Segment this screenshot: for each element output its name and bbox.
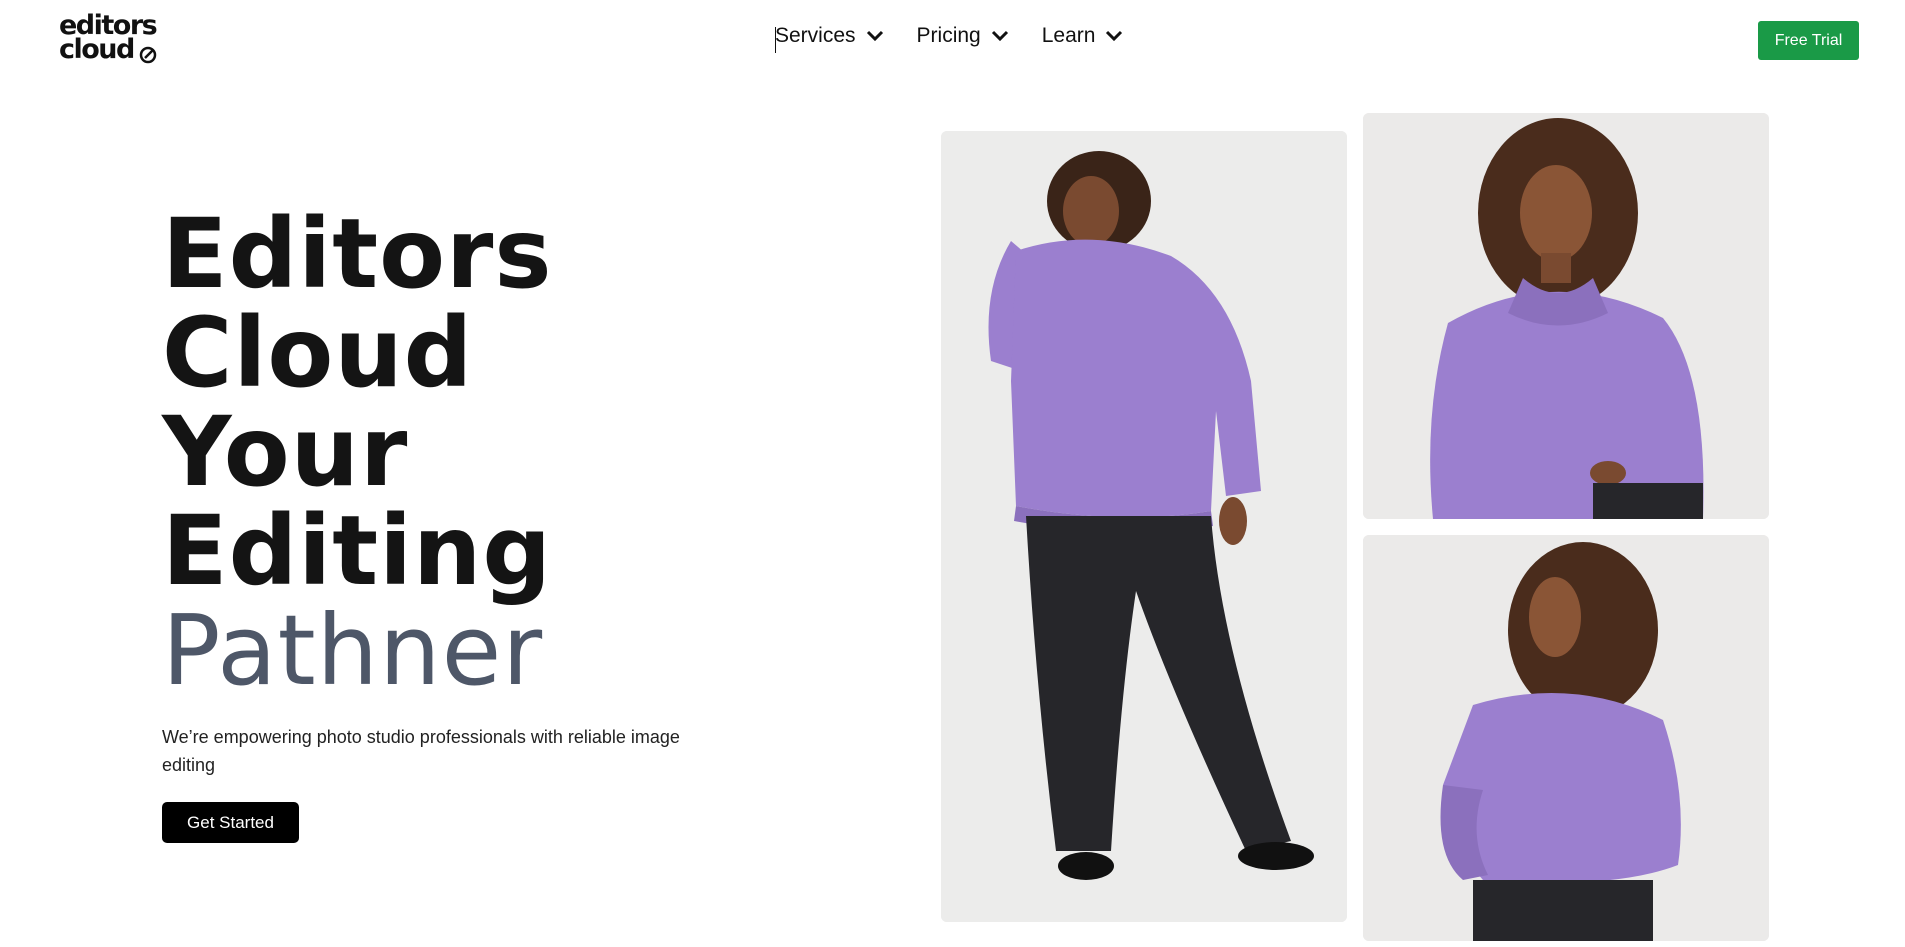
- free-trial-button[interactable]: Free Trial: [1758, 21, 1859, 60]
- model-front-portrait-photo: [1363, 113, 1769, 519]
- hero-line-1: Editors: [162, 198, 553, 310]
- logo-pen-icon: [139, 46, 157, 64]
- nav-label-services: Services: [775, 24, 856, 47]
- hero-accent-word: Pathner: [162, 594, 544, 707]
- chevron-down-icon: [991, 30, 1008, 42]
- model-full-body-illustration: [941, 131, 1347, 922]
- nav-item-pricing[interactable]: Pricing: [917, 24, 1009, 48]
- hero-heading: Editors Cloud Your Editing Pathner: [162, 198, 553, 707]
- editors-cloud-logo[interactable]: editors cloud: [59, 12, 159, 68]
- model-full-body-photo: [941, 131, 1347, 922]
- chevron-down-icon: [866, 30, 883, 42]
- get-started-button[interactable]: Get Started: [162, 802, 299, 843]
- hero-line-3: Your: [162, 396, 409, 508]
- chevron-down-icon: [1106, 30, 1123, 42]
- model-back-view-illustration: [1363, 535, 1769, 941]
- model-front-portrait-illustration: [1363, 113, 1769, 519]
- model-back-view-photo: [1363, 535, 1769, 941]
- main-nav: Services Pricing Learn: [775, 24, 1123, 48]
- nav-label-pricing: Pricing: [916, 24, 981, 47]
- hero-subtitle: We’re empowering photo studio profession…: [162, 727, 680, 775]
- hero-line-2: Cloud: [162, 297, 474, 409]
- nav-item-learn[interactable]: Learn: [1042, 24, 1124, 48]
- nav-item-services[interactable]: Services: [775, 24, 884, 48]
- site-header: editors cloud Services Pricing Learn Fre…: [0, 0, 1905, 80]
- hero-line-4: Editing: [162, 495, 553, 607]
- nav-label-learn: Learn: [1041, 24, 1096, 47]
